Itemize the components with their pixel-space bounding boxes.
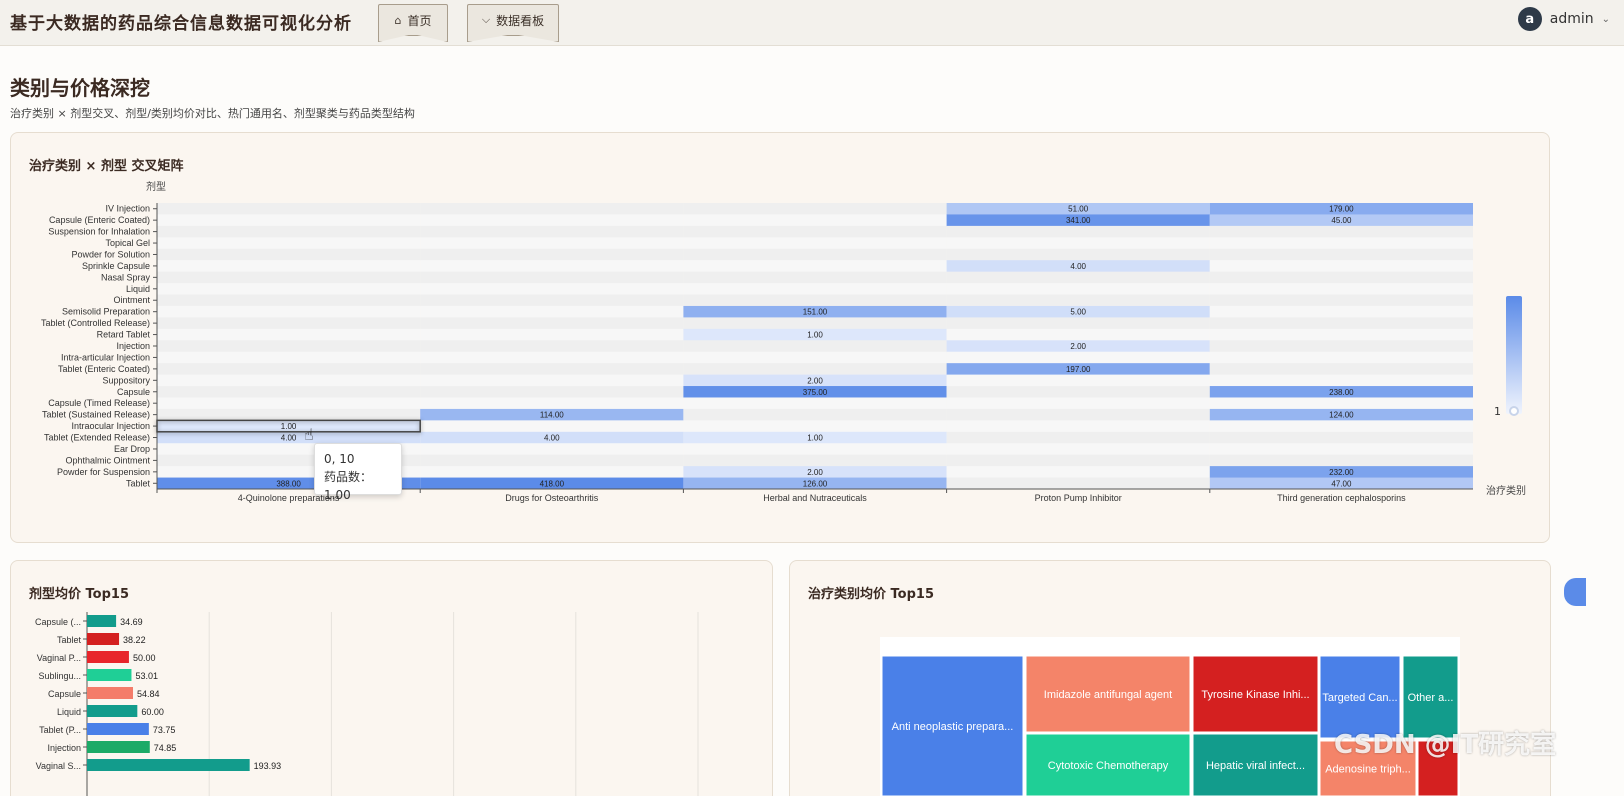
treemap-tile-label: Adenosine triph... [1325, 764, 1411, 776]
treemap-tile-label: Imidazole antifungal agent [1044, 689, 1172, 701]
floating-side-button[interactable] [1564, 578, 1586, 606]
treemap-chart[interactable]: Anti neoplastic prepara... Imidazole anti… [0, 0, 1624, 796]
treemap-tile-label: Hepatic viral infect... [1206, 760, 1305, 772]
treemap-tile-label: Cytotoxic Chemotherapy [1048, 760, 1169, 772]
treemap-tile-label: Other a... [1408, 692, 1454, 704]
treemap-tile-label: Targeted Can... [1322, 692, 1397, 704]
treemap-tile-label: Anti neoplastic prepara... [892, 721, 1014, 733]
treemap-tile-label: Tyrosine Kinase Inhi... [1201, 689, 1309, 701]
watermark: CSDN @IT研究室 [1334, 730, 1557, 760]
